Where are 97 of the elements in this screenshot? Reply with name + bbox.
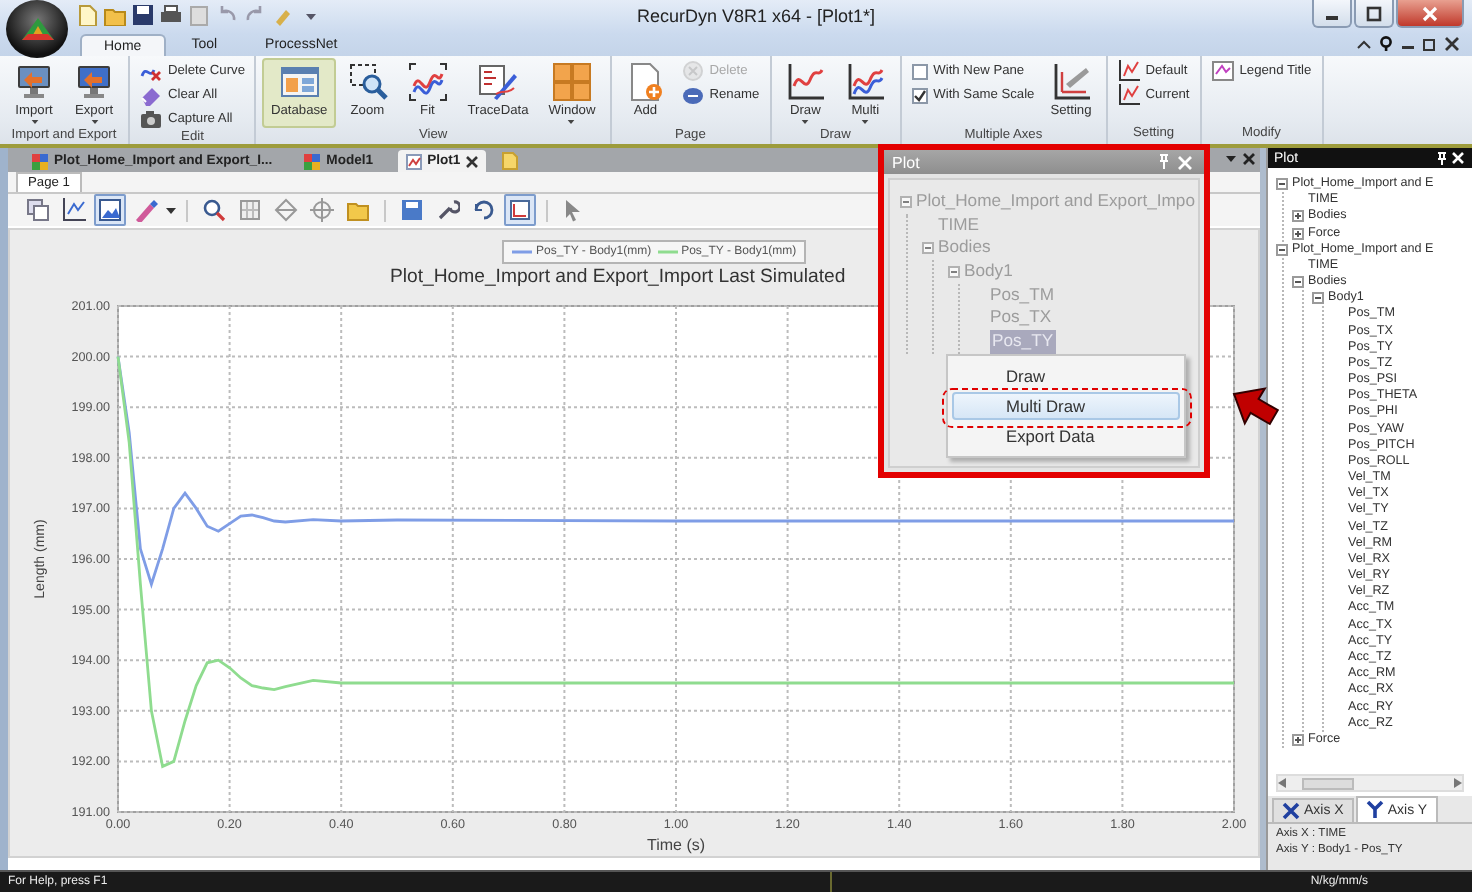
collapse-icon[interactable]: [922, 242, 934, 255]
menu-button[interactable]: [1224, 152, 1238, 166]
target-icon: [310, 198, 334, 222]
printer-icon: [160, 4, 182, 26]
menu-item[interactable]: Export Data: [952, 422, 1180, 450]
minimize-button[interactable]: [1312, 0, 1352, 28]
collapse-icon[interactable]: [948, 265, 960, 278]
app-logo-icon: [19, 15, 55, 43]
wrench-icon: [436, 198, 460, 222]
chart-settings-icon: [1051, 62, 1091, 102]
monitor-icon: [74, 62, 114, 102]
model-icon: [304, 153, 321, 169]
chart-icon: [1117, 84, 1140, 106]
collapse-icon[interactable]: [1292, 276, 1304, 289]
window-icon: [279, 62, 320, 102]
close-button[interactable]: [1242, 152, 1256, 166]
caret-icon: [166, 207, 176, 213]
checkbox[interactable]: [911, 87, 928, 103]
frame-icon: [508, 198, 532, 222]
toolbar-button[interactable]: [130, 194, 162, 226]
y-axis-icon: [1365, 800, 1384, 820]
app-menu-button[interactable]: [6, 0, 68, 58]
toolbar-button[interactable]: [198, 194, 230, 226]
restore-icon: [1422, 36, 1438, 52]
close-icon: [1422, 5, 1438, 21]
delete-icon: [681, 60, 704, 82]
page-icon: [76, 4, 98, 26]
toolbar-button[interactable]: [94, 194, 126, 226]
right-arrow-icon: [1454, 778, 1462, 788]
pin-button[interactable]: [1434, 151, 1450, 165]
undo-icon: [216, 4, 238, 26]
pen-icon: [134, 198, 158, 222]
grid-icon: [551, 62, 592, 102]
diamond-icon: [274, 198, 298, 222]
chart-icon: [62, 198, 86, 222]
chart-title: Plot_Home_Import and Export_Import Last Simulated: [390, 266, 846, 288]
folder-icon: [346, 198, 370, 222]
checkbox[interactable]: [911, 63, 928, 79]
save-button[interactable]: [132, 4, 154, 26]
expand-icon[interactable]: [1292, 210, 1304, 223]
expand-icon[interactable]: [1292, 733, 1304, 746]
collapse-icon[interactable]: [900, 195, 912, 208]
chart-icon: [1117, 60, 1140, 82]
legend-icon: [1211, 60, 1234, 82]
printer-button[interactable]: [160, 4, 182, 26]
toolbar-button[interactable]: [396, 194, 428, 226]
close-icon: [466, 155, 479, 167]
close-icon: [1444, 36, 1460, 52]
maximize-icon: [1366, 5, 1382, 21]
clipboard-button[interactable]: [188, 4, 210, 26]
maximize-button[interactable]: [1354, 0, 1394, 28]
toolbar-button[interactable]: [22, 194, 54, 226]
toolbar-button[interactable]: [58, 194, 90, 226]
menu-item[interactable]: Draw: [952, 362, 1180, 390]
restore-button[interactable]: [1422, 36, 1438, 52]
help-icon: [1378, 36, 1394, 52]
collapse-icon[interactable]: [1276, 178, 1288, 191]
chart-pen-icon: [477, 62, 518, 102]
toolbar-button[interactable]: [504, 194, 536, 226]
close-button[interactable]: [1444, 36, 1460, 52]
save-icon: [132, 4, 154, 26]
curves-icon: [407, 62, 448, 102]
caret-icon: [1224, 152, 1238, 166]
scrollbar[interactable]: [1276, 774, 1464, 792]
clipboard-icon: [188, 4, 210, 26]
close-icon: [1242, 152, 1256, 166]
rotate-icon: [472, 198, 496, 222]
x-axis-icon: [1282, 801, 1300, 821]
redo-icon: [244, 4, 266, 26]
picture-icon: [98, 198, 122, 222]
expand-icon[interactable]: [1292, 227, 1304, 240]
window-title: RecurDyn V8R1 x64 - [Plot1*]: [634, 6, 876, 26]
line-chart-icon: [785, 62, 826, 102]
eraser-icon: [140, 84, 162, 106]
legend-line-icon: [512, 248, 532, 256]
close-icon: [1178, 155, 1192, 169]
zoom-icon: [347, 62, 388, 102]
menu-item[interactable]: Multi Draw: [952, 392, 1180, 420]
folder-icon: [104, 4, 126, 26]
collapse-icon[interactable]: [1276, 243, 1288, 256]
new-page-icon: [502, 151, 519, 169]
left-arrow-icon: [1278, 778, 1286, 788]
pin-icon: [1158, 154, 1170, 170]
monitor-icon: [14, 62, 54, 102]
collapse-icon[interactable]: [1312, 292, 1324, 305]
legend-line-icon: [657, 248, 678, 256]
camera-icon: [140, 108, 162, 130]
collapse-button[interactable]: [1356, 36, 1372, 52]
panel-title: Plot: [892, 153, 922, 171]
rename-icon: [681, 84, 704, 106]
page-icon: [625, 62, 666, 102]
model-icon: [32, 153, 48, 169]
close-icon: [1452, 152, 1464, 164]
axis-title: Time (s): [646, 836, 706, 854]
help-button[interactable]: [1378, 36, 1394, 52]
line-chart-icon: [845, 62, 886, 102]
collapse-icon: [1356, 36, 1372, 52]
